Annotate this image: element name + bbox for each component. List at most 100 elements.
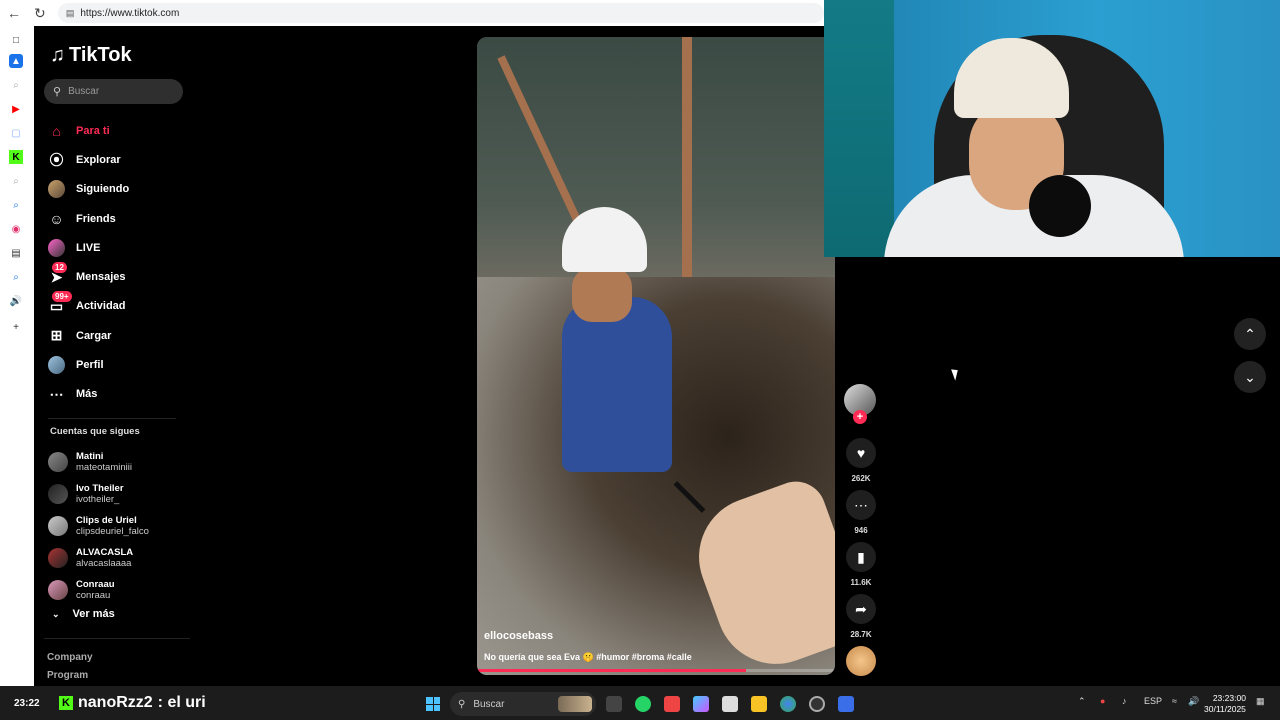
following-item[interactable]: Matini mateotaminiii: [48, 446, 149, 478]
kick-tab-icon[interactable]: K: [9, 150, 23, 164]
search-tab-icon[interactable]: ⌕: [9, 270, 23, 284]
reload-icon[interactable]: ↻: [32, 5, 48, 21]
chevron-up-icon[interactable]: ⌃: [1078, 696, 1086, 707]
nav-item-explorar[interactable]: ⦿ Explorar: [48, 145, 129, 174]
taskbar-search[interactable]: ⚲ Buscar: [450, 692, 596, 716]
video-frame-wall: [477, 37, 835, 277]
app-icon[interactable]: [838, 696, 854, 712]
mail-icon[interactable]: [664, 696, 680, 712]
task-view-icon[interactable]: [606, 696, 622, 712]
sidebar: ♫ TikTok ⚲ ⌂ Para ti ⦿ Explorar Siguiend: [34, 26, 194, 686]
avatar: [48, 516, 68, 536]
weather-widget[interactable]: 23:22: [14, 698, 54, 709]
nav-item-mensajes[interactable]: ➤ 12 Mensajes: [48, 261, 129, 291]
home-icon: ⌂: [52, 122, 61, 139]
webcam-microphone: [1029, 175, 1091, 237]
footer-link-company[interactable]: Company: [47, 652, 93, 663]
footer-link-program[interactable]: Program: [47, 670, 88, 681]
messages-badge: 12: [52, 261, 67, 273]
live-icon: [48, 238, 65, 257]
share-button[interactable]: ➦ 28.7K: [844, 594, 878, 646]
nav-item-live[interactable]: LIVE: [48, 233, 129, 262]
video-player[interactable]: ellocosebass No quería que sea Eva 🤫 #hu…: [477, 37, 835, 675]
nav-item-friends[interactable]: ☺ Friends: [48, 204, 129, 233]
search-box[interactable]: ⚲: [44, 79, 183, 104]
share-count: 28.7K: [850, 630, 872, 639]
address-bar[interactable]: ▤ https://www.tiktok.com: [57, 3, 824, 23]
speaker-tab-icon[interactable]: 🔊: [9, 294, 23, 308]
nav-item-mas[interactable]: ⋯ Más: [48, 380, 129, 409]
nav-label: Más: [76, 388, 98, 401]
search-icon: ⚲: [458, 698, 466, 710]
following-item[interactable]: Ivo Theiler ivotheiler_: [48, 478, 149, 510]
music-disc-icon[interactable]: [846, 646, 876, 676]
microphone-icon[interactable]: ♪: [1122, 696, 1127, 706]
nav-item-perfil[interactable]: Perfil: [48, 350, 129, 379]
tab-icon[interactable]: ▤: [9, 246, 23, 260]
search-tab-icon[interactable]: ⌕: [9, 174, 23, 188]
language-indicator[interactable]: ESP: [1144, 696, 1162, 706]
search-tab-icon[interactable]: ⌕: [9, 198, 23, 212]
avatar: [48, 580, 68, 600]
search-input[interactable]: [68, 86, 169, 97]
store-icon[interactable]: [722, 696, 738, 712]
following-title: Cuentas que sigues: [50, 426, 140, 437]
tab-icon[interactable]: ▲: [9, 54, 23, 68]
youtube-tab-icon[interactable]: ▶: [9, 102, 23, 116]
windows-start-icon[interactable]: [426, 697, 440, 711]
avatar: [48, 452, 68, 472]
nav-item-para-ti[interactable]: ⌂ Para ti: [48, 116, 129, 145]
follow-plus-icon[interactable]: +: [853, 410, 867, 424]
nav-label: LIVE: [76, 241, 101, 254]
comment-button[interactable]: ⋯ 946: [844, 490, 878, 542]
copilot-icon[interactable]: [693, 696, 709, 712]
following-handle: ivotheiler_: [76, 494, 120, 505]
site-info-icon[interactable]: ▤: [66, 8, 75, 19]
bookmark-button[interactable]: ▮ 11.6K: [844, 542, 878, 594]
taskbar-clock[interactable]: 23:23:00 30/11/2025: [1204, 693, 1246, 715]
following-item[interactable]: Clips de Uriel clipsdeuriel_falco: [48, 510, 149, 542]
following-item[interactable]: ALVACASLA alvacaslaaaa: [48, 542, 149, 574]
previous-video-button[interactable]: ⌃: [1234, 318, 1266, 350]
like-count: 262K: [851, 474, 871, 483]
file-explorer-icon[interactable]: [751, 696, 767, 712]
video-username[interactable]: ellocosebass: [484, 630, 835, 642]
nav-item-actividad[interactable]: ▭ 99+ Actividad: [48, 290, 129, 321]
vertical-tab-strip: □ ▲ ⌕ ▶ ▢ K ⌕ ⌕ ◉ ▤ ⌕ 🔊 +: [0, 26, 34, 686]
notification-icon[interactable]: ▦: [1256, 696, 1265, 707]
search-tab-icon[interactable]: ⌕: [9, 78, 23, 92]
more-icon: ⋯: [49, 385, 64, 402]
following-item[interactable]: Conraau conraau: [48, 574, 149, 606]
taskbar-search-placeholder: Buscar: [473, 698, 505, 710]
sidebar-toggle-icon[interactable]: □: [9, 33, 23, 47]
new-tab-icon[interactable]: +: [9, 320, 23, 334]
webcam-overlay: [824, 0, 1280, 257]
following-handle: mateotaminiii: [76, 462, 132, 473]
volume-icon[interactable]: 🔊: [1188, 696, 1199, 707]
following-handle: conraau: [76, 590, 111, 601]
sidebar-divider: [44, 638, 190, 639]
nav-item-cargar[interactable]: ⊞ Cargar: [48, 321, 129, 350]
chrome-icon[interactable]: [780, 696, 796, 712]
like-button[interactable]: ♥ 262K: [844, 438, 878, 490]
following-name: Clips de Uriel: [76, 515, 137, 526]
compass-icon: ⦿: [49, 151, 64, 168]
following-name: ALVACASLA: [76, 547, 134, 558]
stream-chat-overlay: 23:22 K nanoRzz2 : el uri: [14, 694, 206, 712]
arrow-left-icon[interactable]: ←: [6, 5, 22, 21]
tray-app-icon[interactable]: ●: [1100, 696, 1105, 706]
see-more-button[interactable]: ⌄ Ver más: [52, 608, 115, 620]
nav-item-siguiendo[interactable]: Siguiendo: [48, 175, 129, 204]
tab-icon[interactable]: ▢: [9, 126, 23, 140]
video-frame-beam: [682, 37, 692, 277]
wifi-icon[interactable]: ≈: [1172, 696, 1177, 706]
instagram-tab-icon[interactable]: ◉: [9, 222, 23, 236]
creator-avatar[interactable]: +: [844, 384, 876, 424]
clock-date: 30/11/2025: [1204, 704, 1246, 714]
tiktok-logo[interactable]: ♫ TikTok: [50, 44, 132, 67]
whatsapp-icon[interactable]: [635, 696, 651, 712]
obs-icon[interactable]: [809, 696, 825, 712]
logo-text: TikTok: [69, 44, 132, 66]
video-progress-bar[interactable]: [477, 669, 835, 672]
next-video-button[interactable]: ⌄: [1234, 361, 1266, 393]
